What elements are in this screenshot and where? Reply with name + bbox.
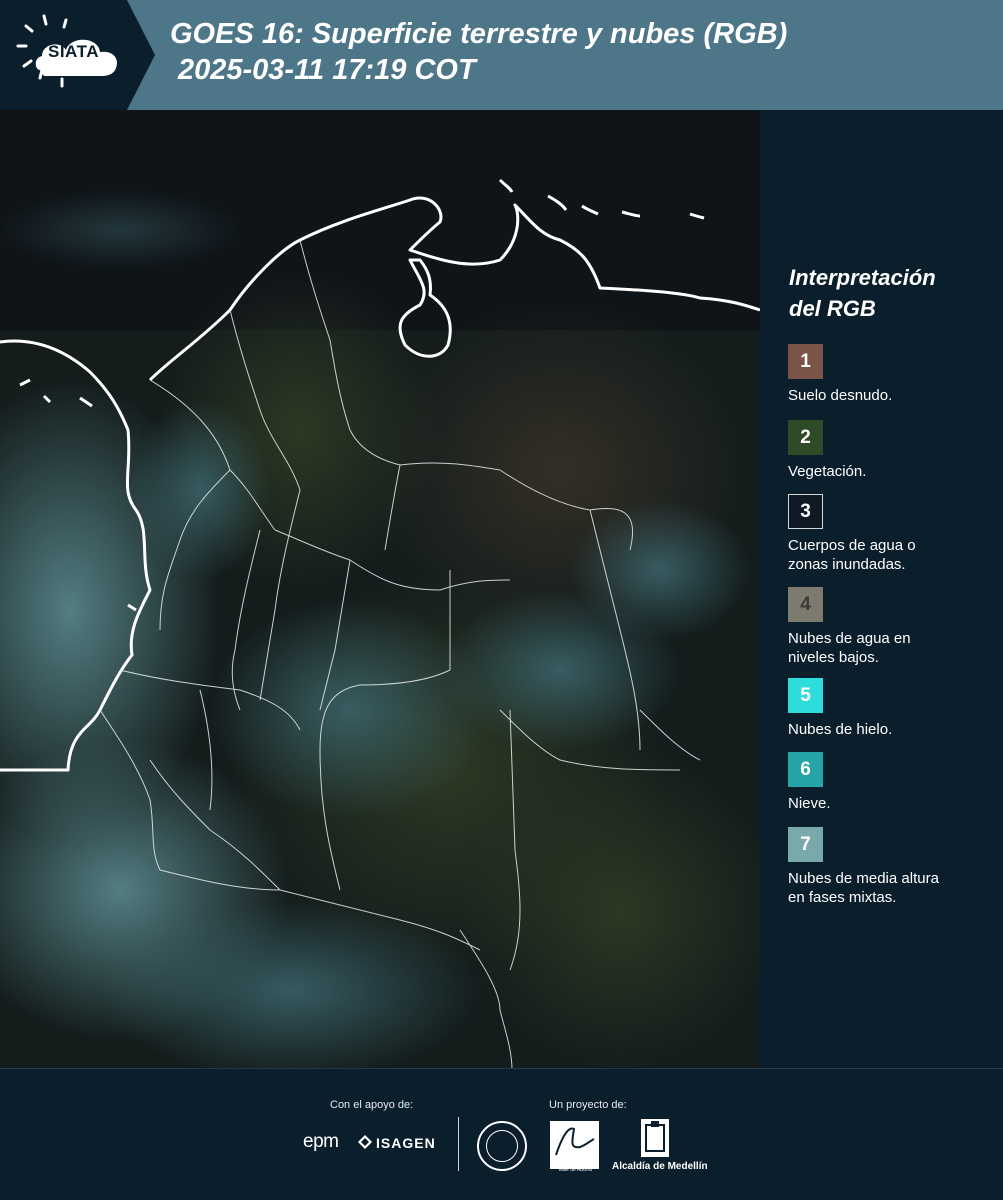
legend-label: Vegetación. (788, 463, 867, 480)
alcaldia-emblem-icon (641, 1119, 669, 1157)
legend-label: Nubes de hielo. (788, 721, 893, 738)
epm-logo: epm (303, 1131, 339, 1152)
legend-item-nubes-bajas: 4 Nubes de agua en niveles bajos. (788, 587, 998, 667)
title-product: GOES 16: Superficie terrestre y nubes (R… (170, 18, 788, 50)
legend-number: 1 (800, 350, 811, 372)
cloud-field (130, 400, 270, 580)
legend-label: Nubes de media altura (788, 870, 939, 887)
legend-panel: Interpretación del RGB 1 Suelo desnudo. … (760, 110, 1003, 1068)
legend-item-vegetacion: 2 Vegetación. (788, 420, 998, 481)
legend-title: Interpretación del RGB (789, 262, 989, 324)
siata-logo: SIATA (0, 0, 155, 110)
legend-number: 4 (800, 593, 811, 615)
project-label: Un proyecto de: (549, 1099, 627, 1111)
legend-item-nubes-hielo: 5 Nubes de hielo. (788, 678, 998, 739)
cloud-field (210, 600, 490, 820)
footer-divider (458, 1117, 459, 1171)
title-datetime: 2025-03-11 17:19 COT (178, 54, 476, 86)
legend-item-nubes-media-altura: 7 Nubes de media altura en fases mixtas. (788, 827, 998, 907)
cloud-field (0, 190, 240, 270)
legend-number: 7 (800, 833, 811, 855)
legend-swatch: 4 (788, 587, 823, 622)
area-script-icon (555, 1127, 595, 1156)
legend-title-line2: del RGB (789, 296, 876, 321)
legend-number: 2 (800, 426, 811, 448)
support-label: Con el apoyo de: (330, 1099, 414, 1111)
legend-label: Nieve. (788, 795, 831, 812)
area-caption: METROPOLITANA Valle de Aburrá (553, 1161, 597, 1173)
legend-item-cuerpos-de-agua: 3 Cuerpos de agua o zonas inundadas. (788, 494, 998, 574)
legend-swatch: 7 (788, 827, 823, 862)
legend-swatch: 5 (788, 678, 823, 713)
legend-swatch: 1 (788, 344, 823, 379)
rgb-composite-image (0, 110, 760, 1070)
isagen-icon (358, 1135, 372, 1149)
logo-text: SIATA (48, 42, 99, 61)
legend-item-suelo-desnudo: 1 Suelo desnudo. (788, 344, 998, 405)
satellite-map[interactable] (0, 110, 760, 1070)
legend-label-line2: en fases mixtas. (788, 889, 897, 906)
header-bar: SIATA GOES 16: Superficie terrestre y nu… (0, 0, 1003, 110)
legend-label: Nubes de agua en (788, 630, 911, 647)
medellin-seal-icon (477, 1121, 527, 1171)
legend-number: 3 (800, 500, 811, 522)
legend-label-line2: zonas inundadas. (788, 556, 906, 573)
alcaldia-logo-text: Alcaldía de Medellín (612, 1161, 708, 1172)
legend-swatch: 2 (788, 420, 823, 455)
isagen-logo: ISAGEN (376, 1135, 436, 1151)
legend-label: Suelo desnudo. (788, 387, 893, 404)
legend-number: 6 (800, 758, 811, 780)
cloud-field (570, 500, 750, 640)
footer-sponsors: Con el apoyo de: Un proyecto de: epm ISA… (0, 1068, 1003, 1200)
legend-swatch: 6 (788, 752, 823, 787)
legend-title-line1: Interpretación (789, 265, 936, 290)
legend-label-line2: niveles bajos. (788, 649, 879, 666)
legend-number: 5 (800, 684, 811, 706)
seal-inner-ring (486, 1130, 518, 1162)
legend-item-nieve: 6 Nieve. (788, 752, 998, 813)
legend-label: Cuerpos de agua o (788, 537, 916, 554)
legend-swatch: 3 (788, 494, 823, 529)
page-title: GOES 16: Superficie terrestre y nubes (R… (170, 16, 787, 88)
